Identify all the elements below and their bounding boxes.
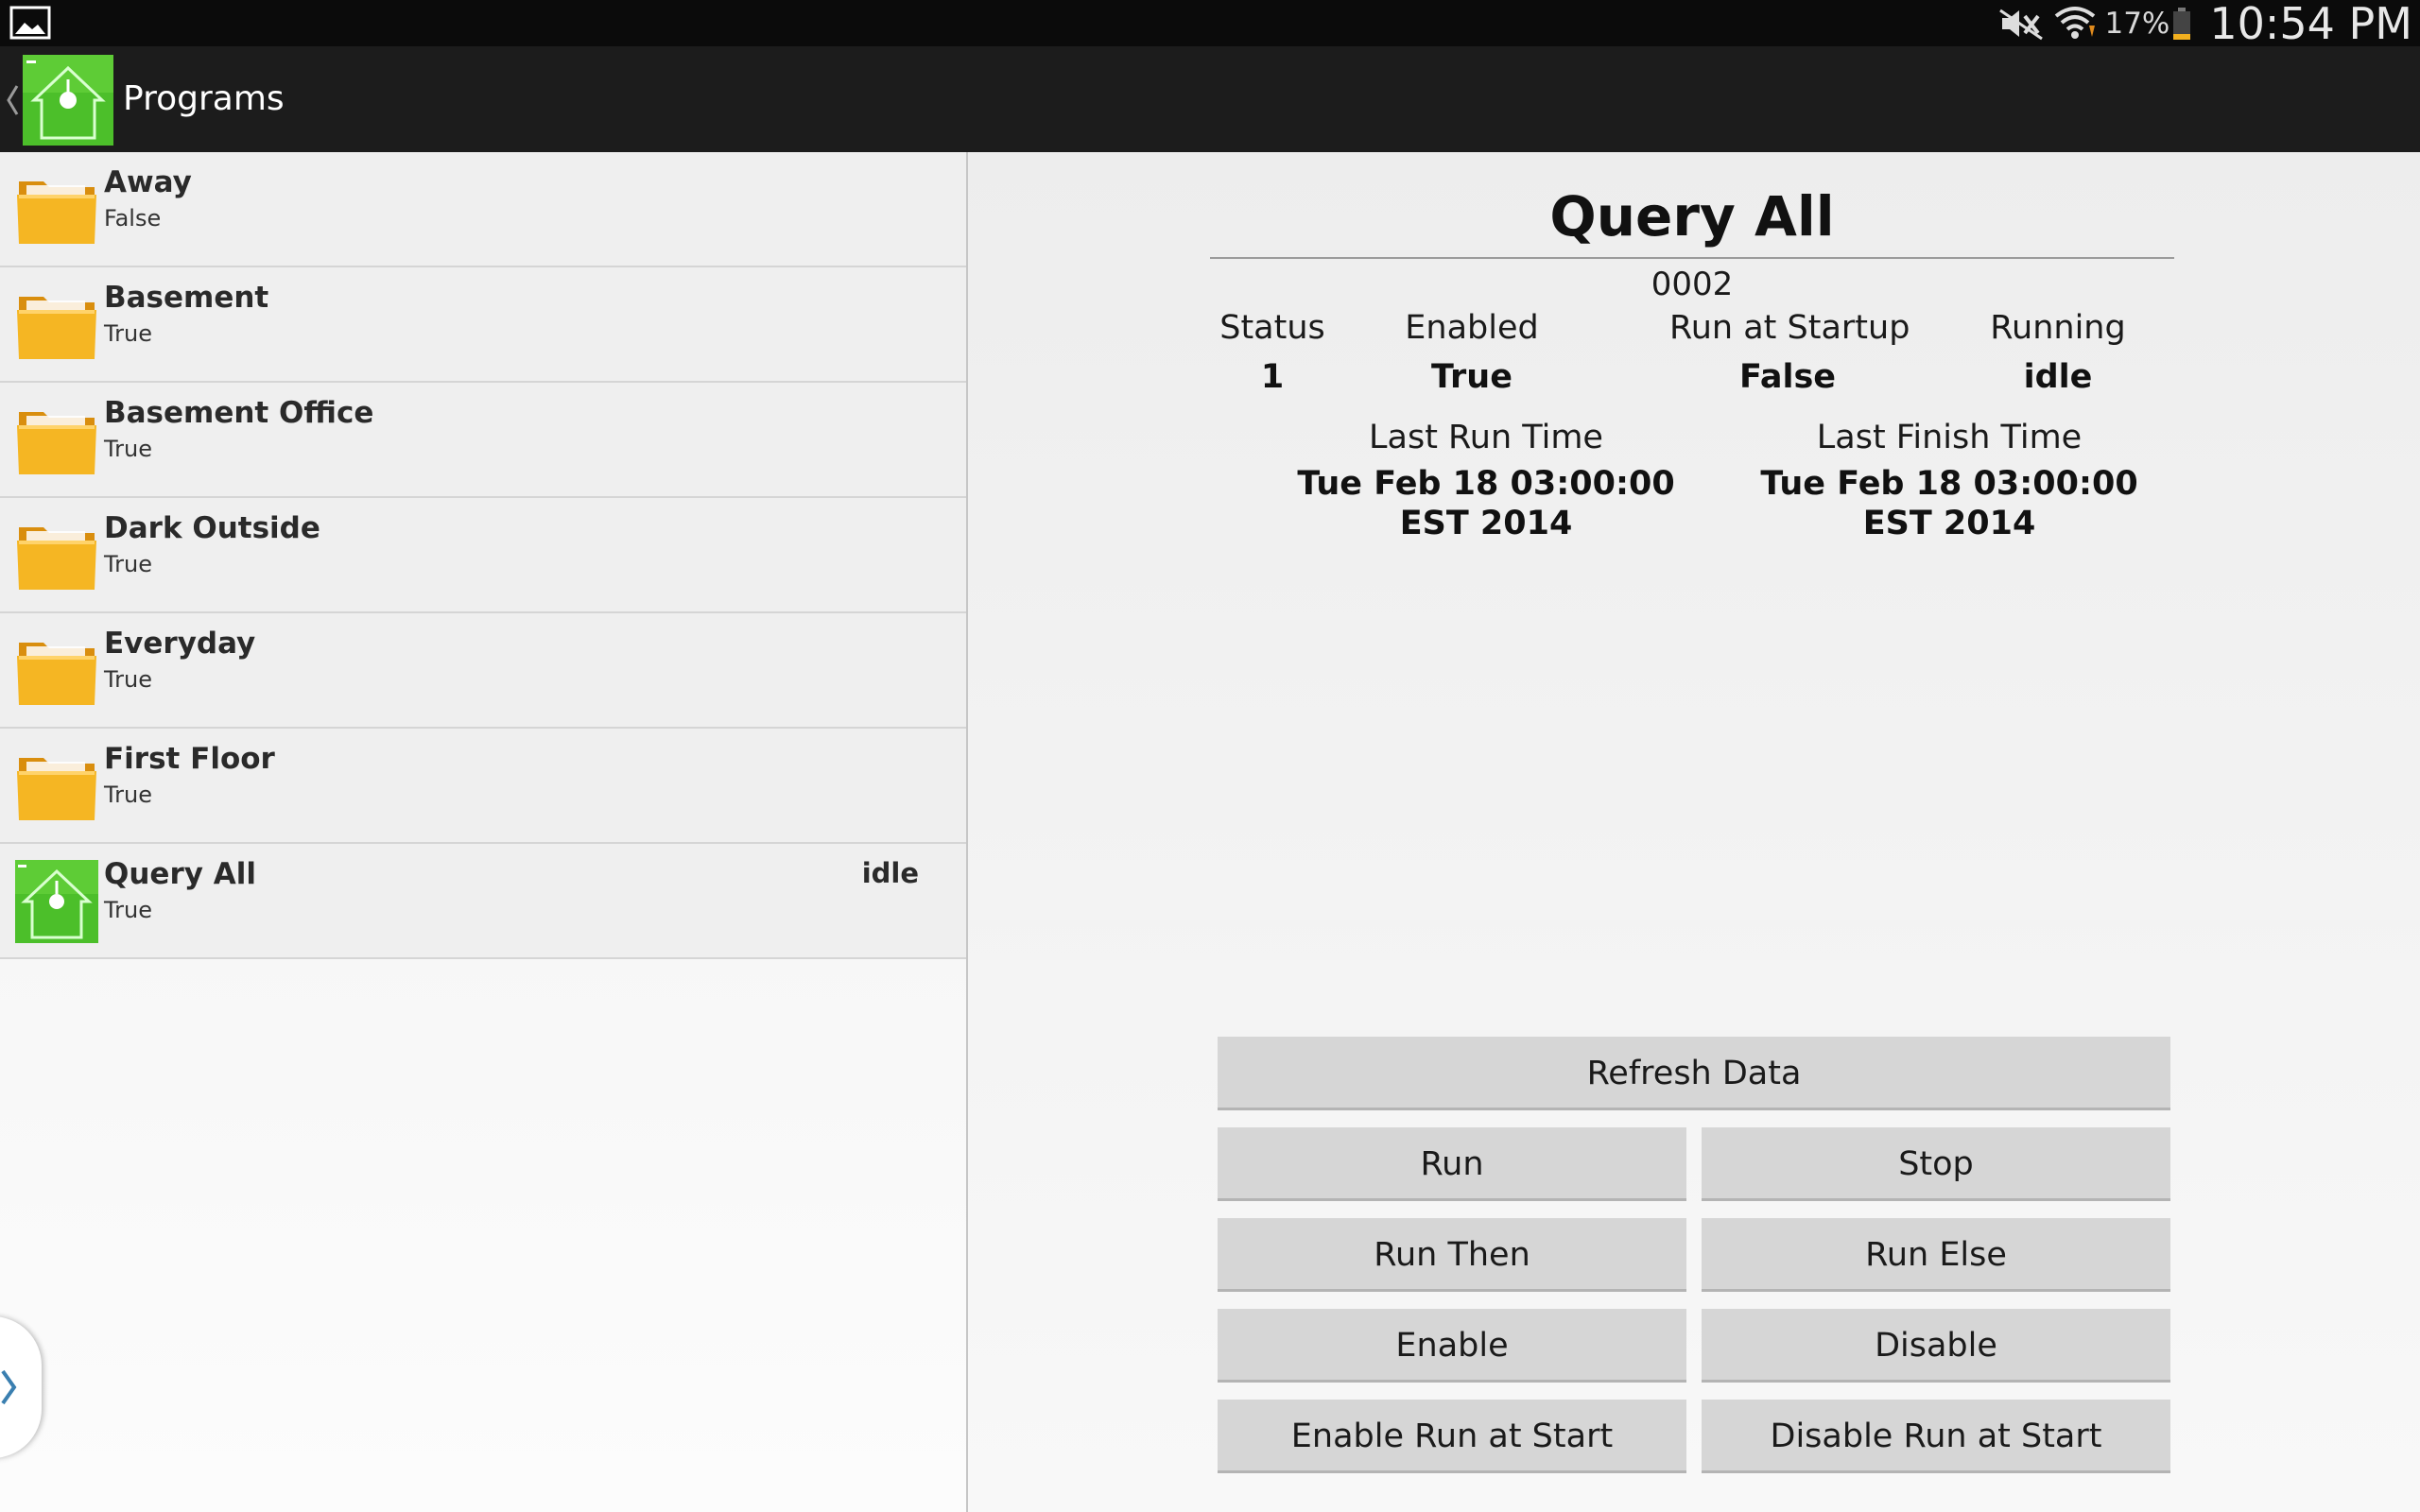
- program-detail: Query All 0002 Status 1 Enabled True Run…: [968, 152, 2420, 1512]
- battery-percent: 17%: [2104, 6, 2170, 41]
- list-item-name: First Floor: [104, 742, 275, 776]
- stat-label: Run at Startup: [1669, 309, 1910, 347]
- enable-button[interactable]: Enable: [1218, 1309, 1686, 1383]
- battery-icon: [2171, 7, 2192, 41]
- clock: 10:54 PM: [2209, 0, 2412, 49]
- stat-label: Status: [1219, 309, 1325, 347]
- run-else-button[interactable]: Run Else: [1702, 1218, 2170, 1292]
- program-list: Away False Basement True Basement Office…: [0, 152, 968, 1512]
- screen: 17% 10:54 PM Programs Away False Basemen…: [0, 0, 2420, 1512]
- last-run-value: Tue Feb 18 03:00:00 EST 2014: [1297, 465, 1675, 542]
- run-then-button[interactable]: Run Then: [1218, 1218, 1686, 1292]
- list-item-dark-outside[interactable]: Dark Outside True: [0, 498, 966, 613]
- stat-run-at-startup: Run at Startup False: [1669, 309, 1910, 396]
- detail-title: Query All: [1549, 184, 1835, 249]
- drawer-handle[interactable]: [0, 1316, 42, 1458]
- gallery-icon: [9, 6, 51, 40]
- stat-status: Status 1: [1214, 309, 1331, 396]
- status-bar: 17% 10:54 PM: [0, 0, 2420, 49]
- list-item-value: True: [104, 320, 152, 347]
- list-item-value: True: [104, 897, 152, 923]
- list-item-name: Basement Office: [104, 396, 374, 430]
- last-run-label: Last Run Time: [1369, 419, 1603, 456]
- wifi-icon: [2053, 6, 2097, 41]
- list-item-value: True: [104, 782, 152, 808]
- folder-icon: [17, 643, 96, 705]
- back-chevron-icon[interactable]: [6, 84, 19, 116]
- program-id: 0002: [1651, 266, 1734, 303]
- folder-icon: [17, 181, 96, 244]
- enable-run-at-start-button[interactable]: Enable Run at Start: [1218, 1400, 1686, 1473]
- list-item-value: True: [104, 666, 152, 693]
- mute-icon: [1996, 7, 2046, 41]
- list-item-everyday[interactable]: Everyday True: [0, 613, 966, 729]
- page-title: Programs: [123, 79, 285, 118]
- stat-label: Running: [1990, 309, 2126, 347]
- list-item-status: idle: [861, 857, 919, 889]
- list-item-query-all[interactable]: Query All True idle: [0, 844, 966, 959]
- disable-run-at-start-button[interactable]: Disable Run at Start: [1702, 1400, 2170, 1473]
- last-finish-label: Last Finish Time: [1816, 419, 2083, 456]
- list-item-name: Basement: [104, 281, 269, 315]
- folder-icon: [17, 758, 96, 820]
- list-item-name: Dark Outside: [104, 511, 320, 545]
- stat-value: False: [1738, 358, 1837, 396]
- program-icon: [15, 860, 98, 943]
- list-item-value: False: [104, 205, 162, 232]
- refresh-data-button[interactable]: Refresh Data: [1218, 1037, 2170, 1110]
- action-bar: Programs: [0, 46, 2420, 152]
- folder-icon: [17, 412, 96, 474]
- disable-button[interactable]: Disable: [1702, 1309, 2170, 1383]
- stat-running: Running idle: [1987, 309, 2129, 396]
- folder-icon: [17, 297, 96, 359]
- status-icons: 17% 10:54 PM: [1996, 0, 2412, 49]
- list-item-value: True: [104, 551, 152, 577]
- chevron-right-icon: [1, 1369, 17, 1405]
- stat-value: idle: [2023, 358, 2093, 396]
- stat-label: Enabled: [1405, 309, 1539, 347]
- stat-enabled: Enabled True: [1401, 309, 1543, 396]
- stop-button[interactable]: Stop: [1702, 1127, 2170, 1201]
- list-item-name: Everyday: [104, 627, 256, 661]
- home-lightbulb-icon[interactable]: [23, 55, 113, 146]
- last-finish-time: Last Finish Time Tue Feb 18 03:00:00 EST…: [1732, 419, 2167, 543]
- list-item-basement[interactable]: Basement True: [0, 267, 966, 383]
- list-item-first-floor[interactable]: First Floor True: [0, 729, 966, 844]
- stat-value: True: [1431, 358, 1512, 396]
- last-run-time: Last Run Time Tue Feb 18 03:00:00 EST 20…: [1269, 419, 1703, 543]
- list-item-name: Away: [104, 165, 192, 199]
- list-item-value: True: [104, 436, 152, 462]
- run-button[interactable]: Run: [1218, 1127, 1686, 1201]
- last-finish-value: Tue Feb 18 03:00:00 EST 2014: [1760, 465, 2138, 542]
- stat-value: 1: [1260, 358, 1285, 396]
- title-divider: [1210, 257, 2174, 259]
- list-item-name: Query All: [104, 857, 256, 891]
- list-item-basement-office[interactable]: Basement Office True: [0, 383, 966, 498]
- list-item-away[interactable]: Away False: [0, 152, 966, 267]
- folder-icon: [17, 527, 96, 590]
